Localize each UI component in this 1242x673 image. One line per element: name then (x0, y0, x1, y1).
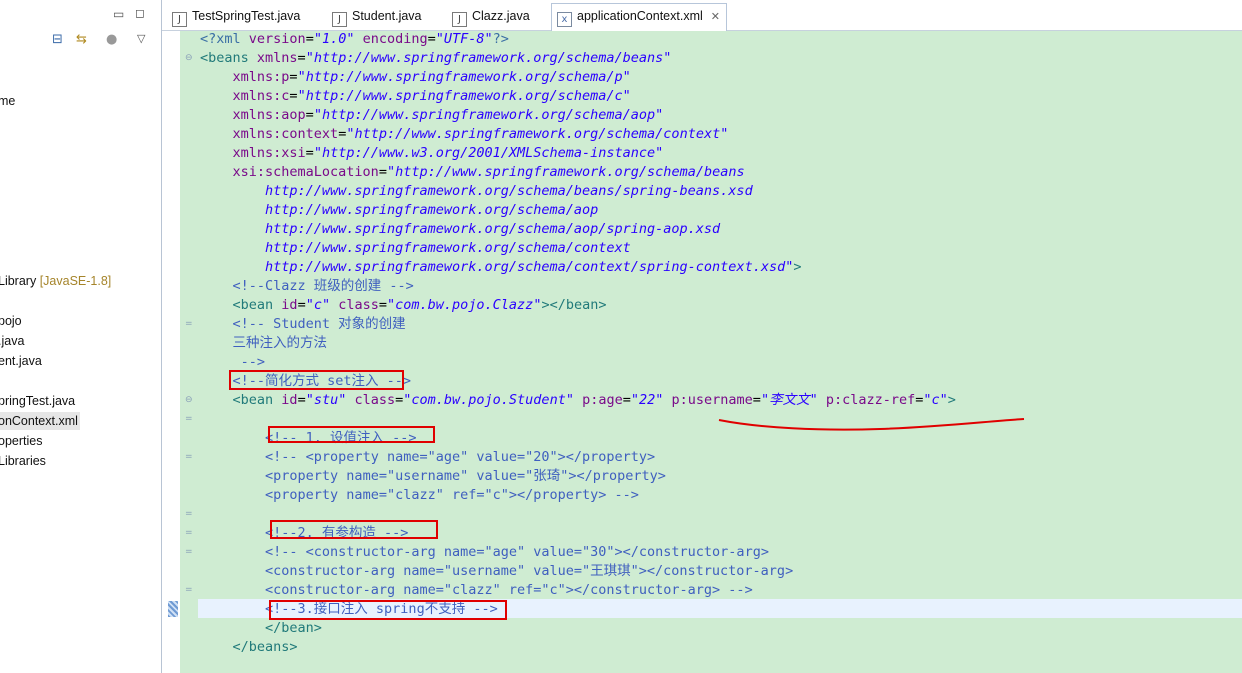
annotation-underline (718, 418, 1025, 431)
